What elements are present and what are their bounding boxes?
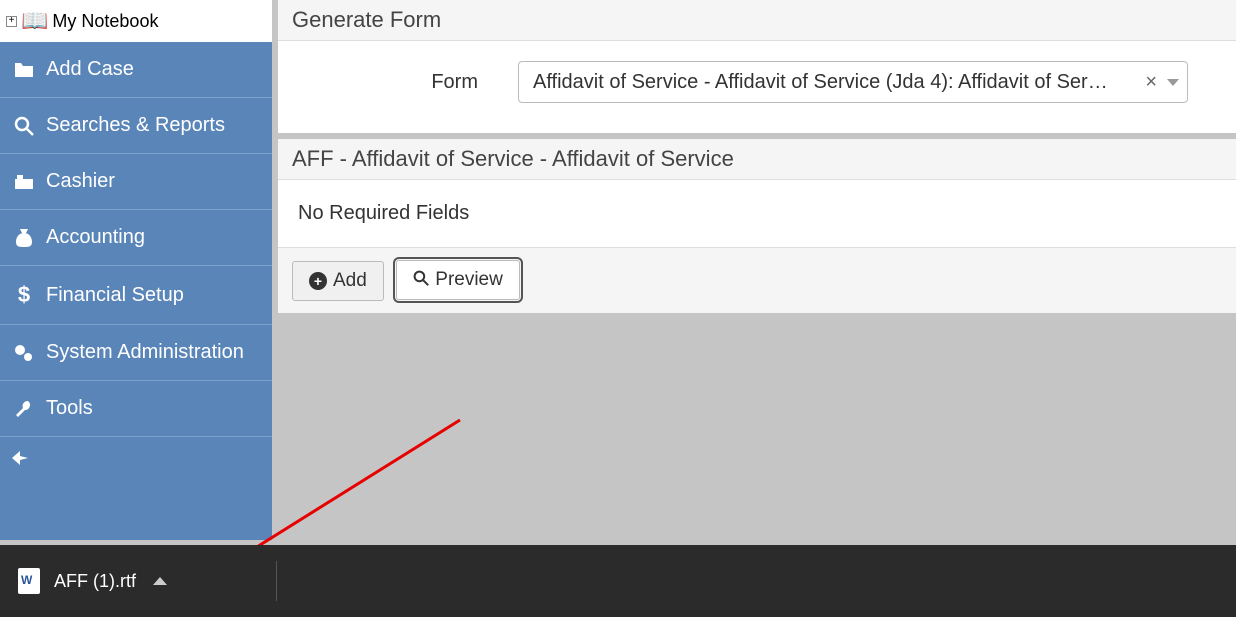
chevron-down-icon[interactable] xyxy=(1167,79,1179,86)
sidebar-collapse-button[interactable] xyxy=(0,437,272,484)
generate-form-panel: Generate Form Form Affidavit of Service … xyxy=(278,0,1236,133)
form-select-value: Affidavit of Service - Affidavit of Serv… xyxy=(533,71,1139,94)
folder-plus-icon xyxy=(12,61,36,79)
action-bar: + Add Preview xyxy=(278,247,1236,313)
notebook-icon: 📖 xyxy=(21,8,48,34)
search-icon xyxy=(12,116,36,136)
sidebar-item-tools[interactable]: Tools xyxy=(0,381,272,437)
form-field-label: Form xyxy=(298,71,478,94)
gears-icon xyxy=(12,343,36,363)
preview-button-label: Preview xyxy=(435,269,503,291)
sidebar: + 📖 My Notebook Add Case Searches & Repo… xyxy=(0,0,272,540)
add-button-label: Add xyxy=(333,270,367,292)
sidebar-item-label: Cashier xyxy=(46,170,115,193)
add-button[interactable]: + Add xyxy=(292,261,384,301)
collapse-left-icon xyxy=(12,451,28,465)
generate-form-title: Generate Form xyxy=(278,0,1236,41)
form-select[interactable]: Affidavit of Service - Affidavit of Serv… xyxy=(518,61,1188,103)
word-file-icon xyxy=(18,568,40,594)
sidebar-item-system-administration[interactable]: System Administration xyxy=(0,325,272,381)
sidebar-item-label: Add Case xyxy=(46,58,134,81)
sidebar-item-add-case[interactable]: Add Case xyxy=(0,42,272,98)
main-content: Generate Form Form Affidavit of Service … xyxy=(272,0,1236,540)
sidebar-item-accounting[interactable]: Accounting xyxy=(0,210,272,266)
clear-selection-icon[interactable]: × xyxy=(1139,71,1163,94)
form-row: Form Affidavit of Service - Affidavit of… xyxy=(298,61,1216,103)
downloaded-file[interactable]: AFF (1).rtf xyxy=(18,561,277,601)
sidebar-item-label: Accounting xyxy=(46,226,145,249)
plus-circle-icon: + xyxy=(309,272,327,290)
form-section-title: AFF - Affidavit of Service - Affidavit o… xyxy=(278,139,1236,180)
notebook-label: My Notebook xyxy=(52,11,158,32)
sidebar-item-label: Tools xyxy=(46,397,93,420)
money-bag-icon xyxy=(12,227,36,249)
required-fields-message: No Required Fields xyxy=(278,180,1236,247)
sidebar-item-financial-setup[interactable]: $ Financial Setup xyxy=(0,266,272,325)
wrench-icon xyxy=(12,399,36,419)
sidebar-item-searches-reports[interactable]: Searches & Reports xyxy=(0,98,272,154)
dollar-icon: $ xyxy=(12,282,36,308)
sidebar-item-cashier[interactable]: Cashier xyxy=(0,154,272,210)
sidebar-item-label: Financial Setup xyxy=(46,284,184,307)
download-bar: AFF (1).rtf xyxy=(0,545,1236,617)
form-details-panel: AFF - Affidavit of Service - Affidavit o… xyxy=(278,139,1236,313)
sidebar-item-my-notebook[interactable]: + 📖 My Notebook xyxy=(0,0,272,42)
chevron-up-icon[interactable] xyxy=(153,577,167,585)
download-filename: AFF (1).rtf xyxy=(54,571,136,592)
sidebar-item-label: Searches & Reports xyxy=(46,114,225,137)
search-icon xyxy=(413,270,429,291)
sidebar-item-label: System Administration xyxy=(46,341,244,364)
expand-plus-icon[interactable]: + xyxy=(6,16,17,27)
cashier-icon xyxy=(12,173,36,191)
preview-button[interactable]: Preview xyxy=(396,260,520,300)
